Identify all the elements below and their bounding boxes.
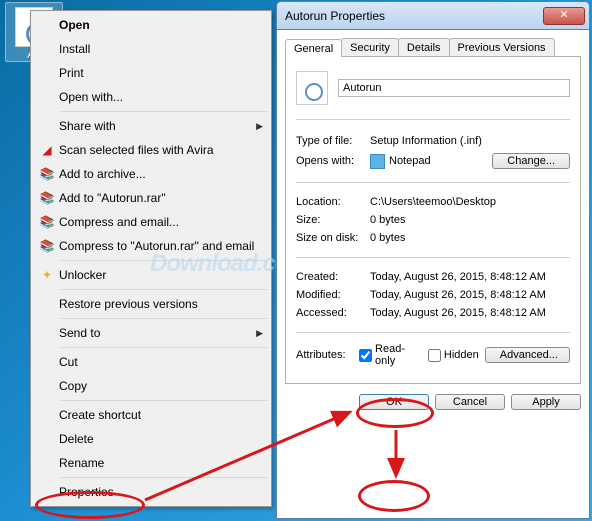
menu-delete[interactable]: Delete xyxy=(33,427,269,451)
file-icon xyxy=(296,71,328,105)
label-size-on-disk: Size on disk: xyxy=(296,232,370,244)
hidden-checkbox[interactable]: Hidden xyxy=(428,349,479,362)
menu-open-with[interactable]: Open with... xyxy=(33,85,269,109)
menu-scan-avira[interactable]: ◢Scan selected files with Avira xyxy=(33,138,269,162)
separator xyxy=(61,111,267,112)
menu-unlocker[interactable]: ✦Unlocker xyxy=(33,263,269,287)
menu-add-autorun-rar[interactable]: 📚Add to "Autorun.rar" xyxy=(33,186,269,210)
avira-icon: ◢ xyxy=(35,142,59,158)
value-created: Today, August 26, 2015, 8:48:12 AM xyxy=(370,271,570,283)
winrar-icon: 📚 xyxy=(35,238,59,254)
close-button[interactable]: ✕ xyxy=(543,7,585,25)
separator xyxy=(61,477,267,478)
tab-strip: General Security Details Previous Versio… xyxy=(285,38,581,57)
menu-add-archive[interactable]: 📚Add to archive... xyxy=(33,162,269,186)
readonly-checkbox[interactable]: Read-only xyxy=(359,343,422,367)
winrar-icon: 📚 xyxy=(35,166,59,182)
apply-button[interactable]: Apply xyxy=(511,394,581,410)
menu-print[interactable]: Print xyxy=(33,61,269,85)
change-button[interactable]: Change... xyxy=(492,153,570,169)
close-icon: ✕ xyxy=(559,9,568,21)
menu-compress-email[interactable]: 📚Compress and email... xyxy=(33,210,269,234)
label-accessed: Accessed: xyxy=(296,307,370,319)
submenu-arrow-icon: ▶ xyxy=(256,328,263,339)
label-created: Created: xyxy=(296,271,370,283)
filename-input[interactable] xyxy=(338,79,570,97)
menu-rename[interactable]: Rename xyxy=(33,451,269,475)
label-modified: Modified: xyxy=(296,289,370,301)
menu-open[interactable]: Open xyxy=(33,13,269,37)
value-location: C:\Users\teemoo\Desktop xyxy=(370,196,570,208)
submenu-arrow-icon: ▶ xyxy=(256,121,263,132)
winrar-icon: 📚 xyxy=(35,190,59,206)
value-size-on-disk: 0 bytes xyxy=(370,232,570,244)
menu-properties[interactable]: Properties xyxy=(33,480,269,504)
notepad-icon xyxy=(370,154,385,169)
separator xyxy=(61,400,267,401)
menu-share-with[interactable]: Share with▶ xyxy=(33,114,269,138)
winrar-icon: 📚 xyxy=(35,214,59,230)
label-size: Size: xyxy=(296,214,370,226)
label-type-of-file: Type of file: xyxy=(296,135,370,147)
menu-create-shortcut[interactable]: Create shortcut xyxy=(33,403,269,427)
menu-install[interactable]: Install xyxy=(33,37,269,61)
value-modified: Today, August 26, 2015, 8:48:12 AM xyxy=(370,289,570,301)
value-accessed: Today, August 26, 2015, 8:48:12 AM xyxy=(370,307,570,319)
value-type-of-file: Setup Information (.inf) xyxy=(370,135,570,147)
menu-cut[interactable]: Cut xyxy=(33,350,269,374)
tab-details[interactable]: Details xyxy=(398,38,450,56)
dialog-title: Autorun Properties xyxy=(285,9,385,23)
tab-security[interactable]: Security xyxy=(341,38,399,56)
tab-previous-versions[interactable]: Previous Versions xyxy=(449,38,555,56)
menu-copy[interactable]: Copy xyxy=(33,374,269,398)
titlebar[interactable]: Autorun Properties ✕ xyxy=(276,1,590,29)
properties-dialog: Autorun Properties ✕ General Security De… xyxy=(276,1,590,519)
tab-panel-general: Type of file: Setup Information (.inf) O… xyxy=(285,57,581,384)
value-size: 0 bytes xyxy=(370,214,570,226)
separator xyxy=(61,260,267,261)
value-opens-with: Notepad xyxy=(389,155,431,167)
separator xyxy=(61,289,267,290)
menu-compress-autorun-email[interactable]: 📚Compress to "Autorun.rar" and email xyxy=(33,234,269,258)
separator xyxy=(61,347,267,348)
advanced-button[interactable]: Advanced... xyxy=(485,347,570,363)
menu-send-to[interactable]: Send to▶ xyxy=(33,321,269,345)
separator xyxy=(61,318,267,319)
context-menu: Open Install Print Open with... Share wi… xyxy=(30,10,272,507)
cancel-button[interactable]: Cancel xyxy=(435,394,505,410)
label-attributes: Attributes: xyxy=(296,349,353,361)
label-opens-with: Opens with: xyxy=(296,155,370,167)
ok-button[interactable]: OK xyxy=(359,394,429,410)
label-location: Location: xyxy=(296,196,370,208)
unlocker-icon: ✦ xyxy=(35,267,59,283)
tab-general[interactable]: General xyxy=(285,39,342,57)
menu-restore-versions[interactable]: Restore previous versions xyxy=(33,292,269,316)
